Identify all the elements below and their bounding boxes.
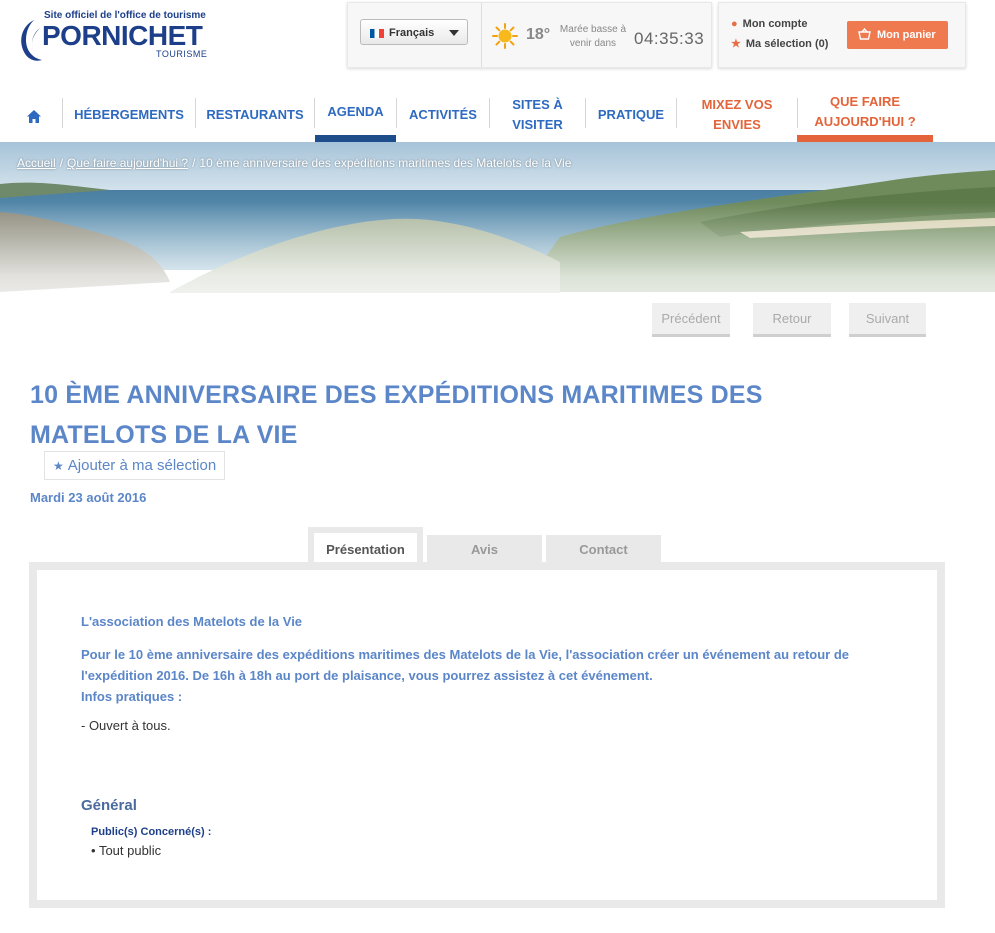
home-icon[interactable]: [26, 109, 42, 124]
public-value-text: Tout public: [98, 843, 162, 858]
basket-button[interactable]: Mon panier: [847, 21, 948, 49]
add-to-selection-label: Ajouter à ma sélection: [67, 457, 217, 474]
language-select[interactable]: Français: [360, 19, 468, 45]
french-flag-icon: [370, 29, 384, 38]
nav-item-que-faire-aujourdhui[interactable]: QUE FAIRE AUJOURD'HUI ?: [797, 88, 933, 142]
breadcrumb-section[interactable]: Que faire aujourd'hui ?: [67, 156, 188, 170]
star-icon: ★: [731, 38, 741, 50]
chevron-down-icon: [449, 30, 459, 36]
tide-countdown: 04:35:33: [634, 29, 705, 48]
nav-item-sites-a-visiter[interactable]: SITES À VISITER: [490, 88, 585, 142]
info-bar: Français 18° Marée basse à venir dans 04…: [347, 2, 712, 68]
tide-label: Marée basse à venir dans: [559, 24, 627, 49]
breadcrumb-current: 10 ème anniversaire des expéditions mari…: [199, 156, 572, 170]
selection-link[interactable]: ★ Ma sélection (0): [731, 37, 828, 50]
public-value: • Tout public: [91, 843, 162, 858]
account-box: ● Mon compte ★ Ma sélection (0) Mon panier: [718, 2, 966, 68]
nav-item-pratique[interactable]: PRATIQUE: [586, 88, 676, 142]
temperature: 18°: [526, 26, 551, 43]
star-icon: ★: [53, 459, 64, 473]
nav-item-restaurants[interactable]: RESTAURANTS: [196, 88, 314, 142]
site-logo[interactable]: Site officiel de l'office de tourisme PO…: [16, 8, 216, 61]
divider: [481, 3, 482, 67]
nav-item-agenda[interactable]: AGENDA: [315, 88, 396, 142]
language-label: Français: [389, 27, 435, 39]
presentation-heading: L'association des Matelots de la Vie: [81, 614, 303, 629]
basket-label: Mon panier: [877, 29, 936, 41]
nav-item-hebergements[interactable]: HÉBERGEMENTS: [63, 88, 195, 142]
main-nav: HÉBERGEMENTS RESTAURANTS AGENDA ACTIVITÉ…: [0, 88, 995, 142]
infos-pratiques-label: Infos pratiques :: [81, 689, 183, 704]
presentation-text: Pour le 10 ème anniversaire des expéditi…: [81, 647, 849, 683]
event-date: Mardi 23 août 2016: [30, 490, 147, 505]
page-title: 10 ÈME ANNIVERSAIRE DES EXPÉDITIONS MARI…: [30, 381, 763, 449]
list-item: - Ouvert à tous.: [81, 718, 171, 733]
nav-item-mixez-vos-envies[interactable]: MIXEZ VOS ENVIES: [677, 88, 797, 142]
breadcrumb: Accueil / Que faire aujourd'hui ?/10 ème a…: [17, 156, 572, 170]
breadcrumb-home[interactable]: Accueil: [17, 156, 56, 170]
next-button[interactable]: Suivant: [849, 303, 926, 337]
nav-item-activites[interactable]: ACTIVITÉS: [397, 88, 489, 142]
selection-label: Ma sélection (0): [745, 38, 829, 50]
logo-subtitle: TOURISME: [156, 49, 208, 59]
back-button[interactable]: Retour: [753, 303, 831, 337]
account-link[interactable]: ● Mon compte: [731, 18, 807, 30]
basket-icon: [858, 28, 871, 40]
sun-icon: [492, 23, 518, 49]
add-to-selection-button[interactable]: ★ Ajouter à ma sélection: [44, 451, 226, 480]
general-heading: Général: [81, 797, 137, 814]
user-icon: ●: [731, 18, 738, 30]
presentation-body: Pour le 10 ème anniversaire des expéditi…: [81, 644, 901, 707]
logo-name: PORNICHET: [42, 20, 203, 51]
public-label: Public(s) Concerné(s) :: [91, 826, 212, 838]
presentation-panel: L'association des Matelots de la Vie Pou…: [29, 562, 945, 908]
account-label: Mon compte: [742, 18, 808, 30]
previous-button[interactable]: Précédent: [652, 303, 730, 337]
